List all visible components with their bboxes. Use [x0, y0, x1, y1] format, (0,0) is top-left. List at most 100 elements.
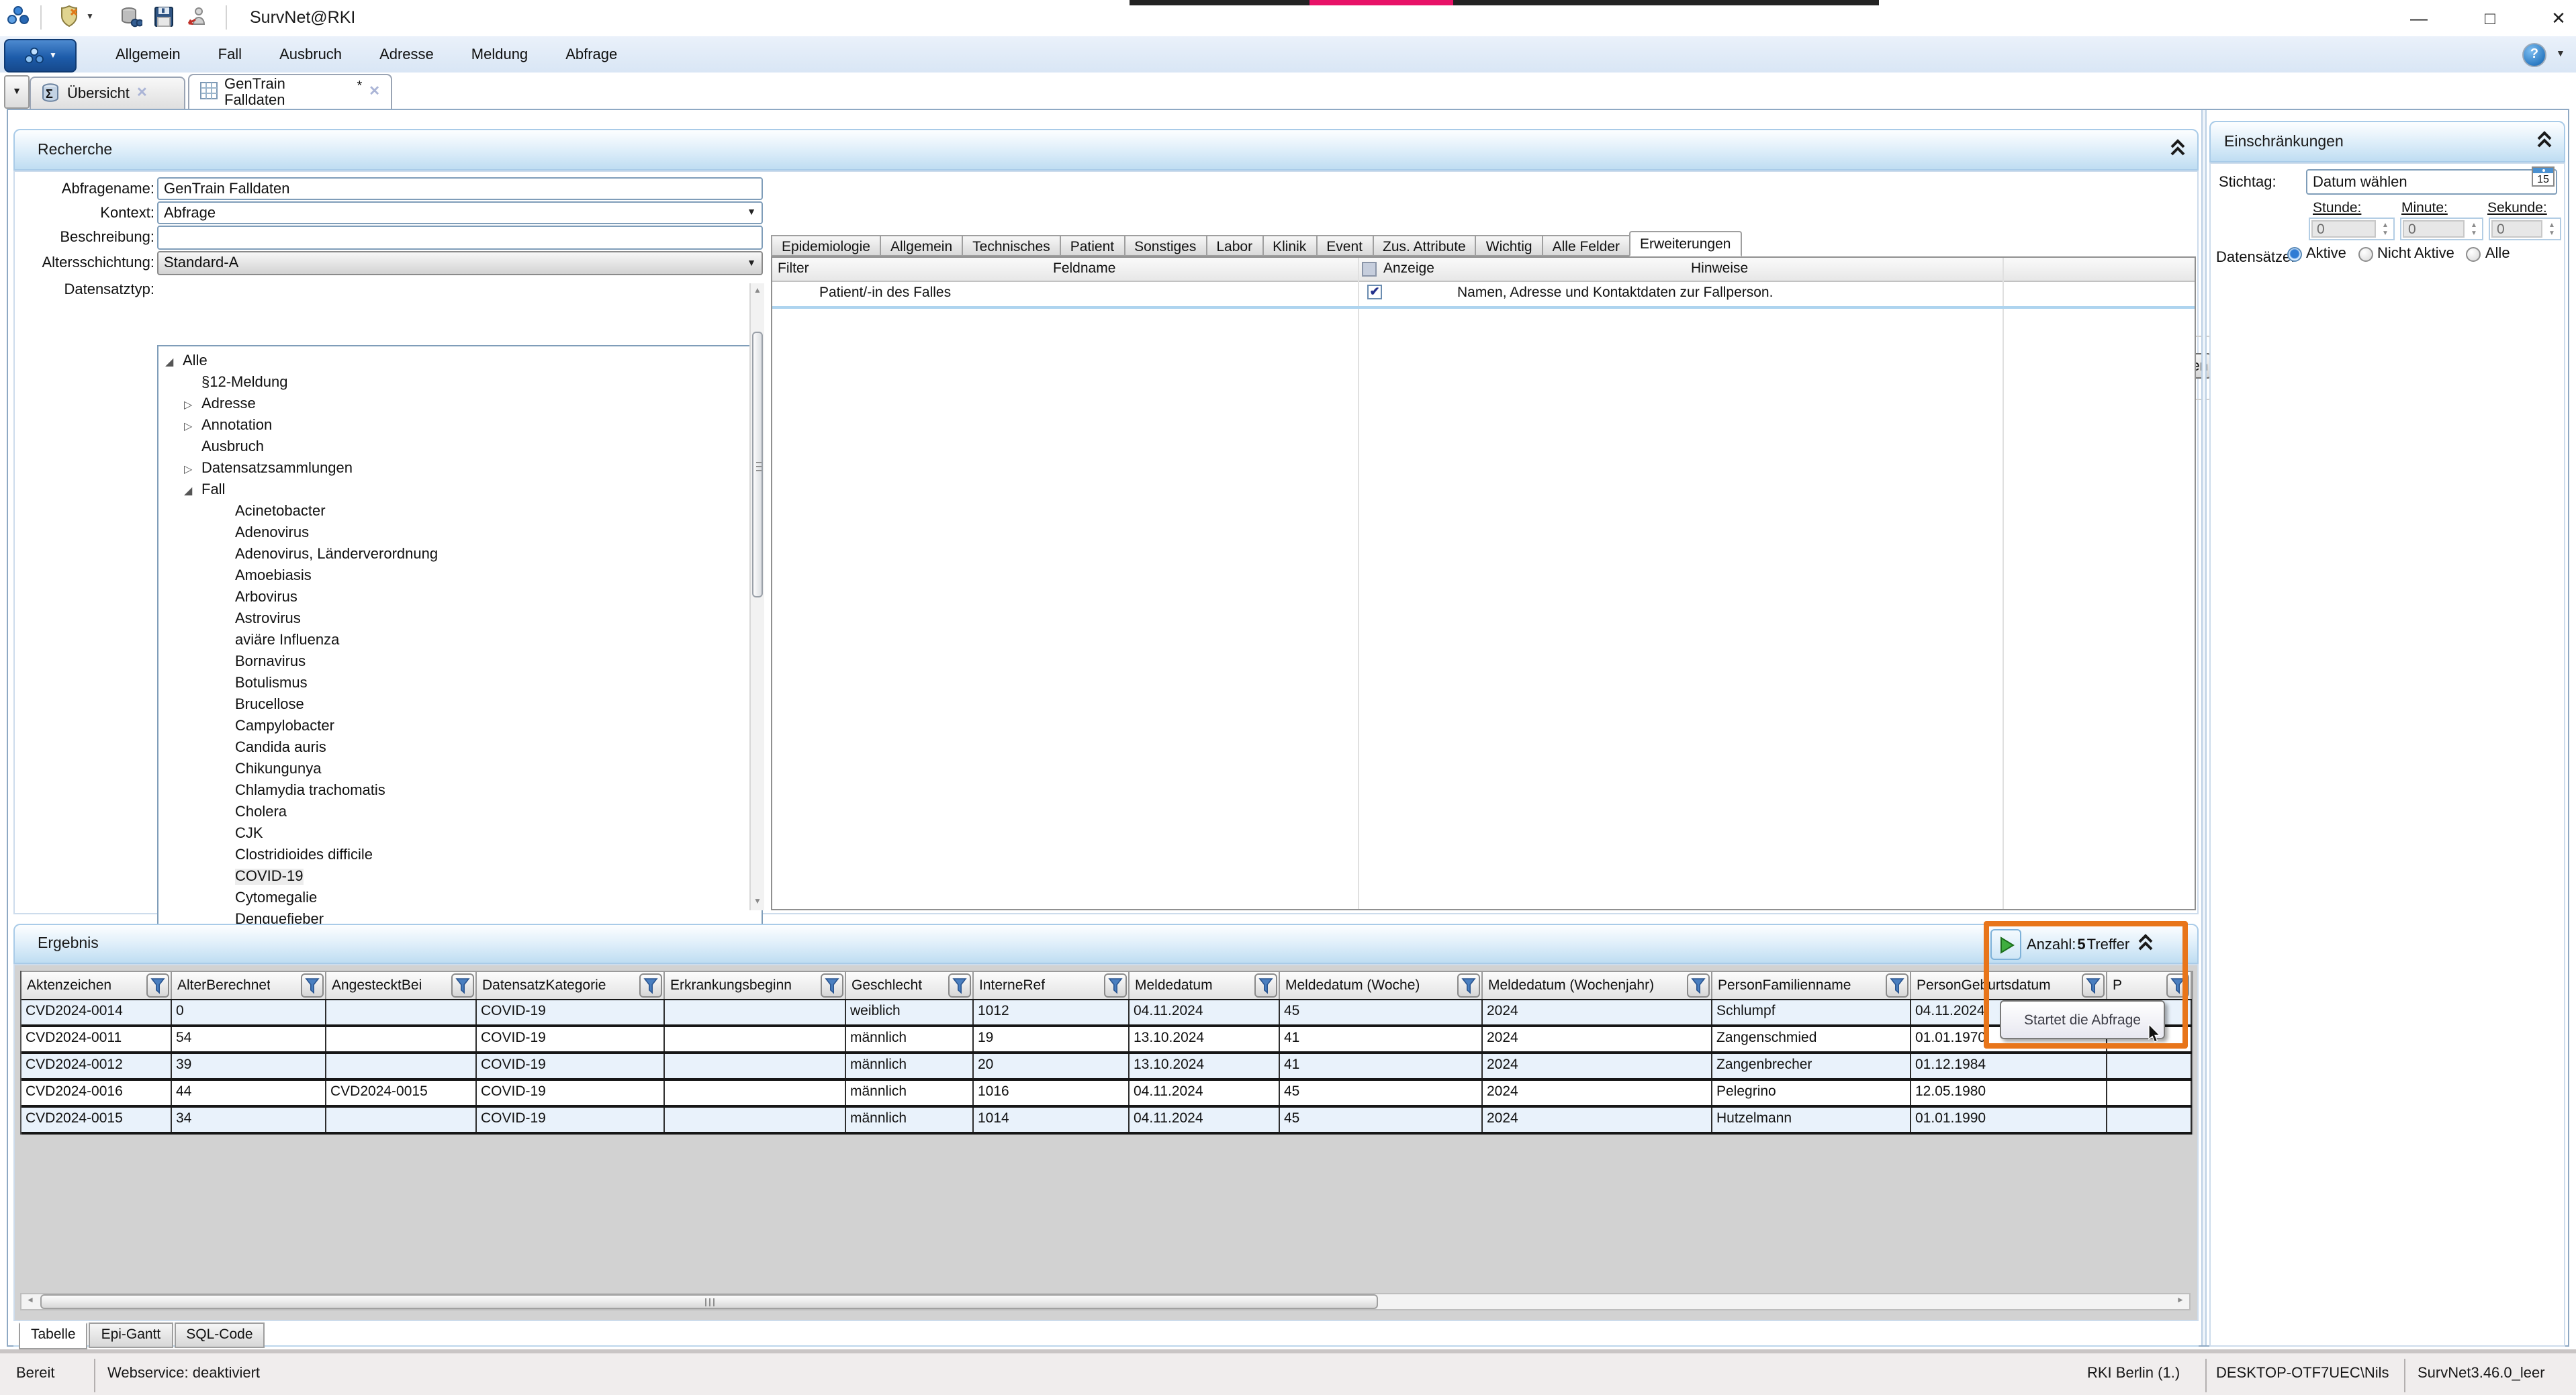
altersschichtung-select[interactable]: Standard-A ▼	[157, 251, 763, 275]
kontext-select[interactable]: Abfrage ▼	[157, 201, 763, 224]
menubar-item[interactable]: Meldung	[453, 46, 547, 62]
tree-item[interactable]: Adenovirus, Länderverordnung	[158, 544, 762, 565]
column-filter-icon[interactable]	[146, 973, 169, 998]
spin-down-icon[interactable]: ▼	[2548, 229, 2555, 237]
tree-item[interactable]: ▷Adresse	[158, 393, 762, 415]
minute-spinner[interactable]: 0 ▲▼	[2400, 218, 2483, 240]
radio-icon[interactable]	[2287, 246, 2302, 261]
tree-expander-icon[interactable]: ▷	[184, 416, 201, 438]
save-icon[interactable]	[154, 7, 173, 31]
radio-icon[interactable]	[2358, 246, 2373, 261]
tree-item[interactable]: Campylobacter	[158, 716, 762, 737]
spin-up-icon[interactable]: ▲	[2471, 221, 2477, 229]
calendar-icon[interactable]: 15	[2532, 166, 2555, 187]
tree-expander-icon[interactable]: ◢	[184, 481, 201, 502]
filter-category-tab[interactable]: Erweiterungen	[1629, 231, 1741, 256]
column-header[interactable]: DatensatzKategorie	[477, 972, 665, 999]
shield-dropdown-caret-icon[interactable]: ▼	[86, 13, 94, 21]
column-filter-icon[interactable]	[1254, 973, 1277, 998]
column-filter-icon[interactable]	[1104, 973, 1127, 998]
tree-expander-icon[interactable]: ▷	[184, 395, 201, 416]
column-header[interactable]: Meldedatum (Woche)	[1280, 972, 1483, 999]
datensaetze-option[interactable]: Alle	[2467, 246, 2510, 262]
tree-item[interactable]: Acinetobacter	[158, 501, 762, 522]
tree-item[interactable]: Astrovirus	[158, 608, 762, 630]
column-filter-icon[interactable]	[1687, 973, 1710, 998]
datensaetze-option[interactable]: Nicht Aktive	[2358, 246, 2454, 262]
collapse-chevron-icon[interactable]	[2169, 138, 2187, 161]
tree-item[interactable]: ◢Fall	[158, 479, 762, 501]
tree-item[interactable]: Cholera	[158, 802, 762, 823]
help-icon[interactable]: ?	[2522, 43, 2546, 67]
tab-close-icon[interactable]: ✕	[369, 85, 380, 99]
panel-splitter[interactable]	[2201, 110, 2207, 1345]
anzeige-checkbox-checked[interactable]: ✔	[1367, 285, 1382, 299]
tab-overflow-button[interactable]: ▼	[4, 75, 30, 109]
column-filter-icon[interactable]	[301, 973, 324, 998]
tree-item[interactable]: CJK	[158, 823, 762, 845]
tree-item[interactable]: Arbovirus	[158, 587, 762, 608]
scroll-down-icon[interactable]: ▼	[751, 894, 764, 910]
column-header[interactable]: Meldedatum (Wochenjahr)	[1483, 972, 1712, 999]
tab-close-icon[interactable]: ✕	[136, 86, 148, 101]
menubar-item[interactable]: Allgemein	[97, 46, 199, 62]
tree-item[interactable]: Ausbruch	[158, 436, 762, 458]
spin-up-icon[interactable]: ▲	[2382, 221, 2389, 229]
tree-item[interactable]: Brucellose	[158, 694, 762, 716]
column-header[interactable]: Geschlecht	[846, 972, 974, 999]
spin-down-icon[interactable]: ▼	[2382, 229, 2389, 237]
database-search-icon[interactable]	[121, 7, 142, 32]
tree-item[interactable]: Clostridioides difficile	[158, 845, 762, 866]
minimize-button[interactable]: —	[2399, 5, 2439, 31]
tree-expander-icon[interactable]: ◢	[165, 352, 183, 373]
filter-category-tab[interactable]: Labor	[1205, 235, 1263, 256]
close-button[interactable]: ✕	[2538, 5, 2576, 31]
field-table-row[interactable]: Patient/-in des Falles ✔ Namen, Adresse …	[772, 281, 2195, 309]
tree-item[interactable]: aviäre Influenza	[158, 630, 762, 651]
tab-gentrain-falldaten[interactable]: GenTrain Falldaten * ✕	[188, 74, 392, 109]
filter-category-tab[interactable]: Klinik	[1262, 235, 1317, 256]
tree-item[interactable]: ▷Annotation	[158, 415, 762, 436]
filter-category-tab[interactable]: Zus. Attribute	[1372, 235, 1477, 256]
ergebnis-view-tab[interactable]: Tabelle	[19, 1322, 88, 1349]
column-header[interactable]: Aktenzeichen	[21, 972, 172, 999]
sekunde-spinner[interactable]: 0 ▲▼	[2489, 218, 2561, 240]
column-filter-icon[interactable]	[1886, 973, 1908, 998]
help-dropdown-caret-icon[interactable]: ▼	[2556, 50, 2565, 59]
tree-item[interactable]: ◢Alle	[158, 350, 762, 372]
tree-item[interactable]: Adenovirus	[158, 522, 762, 544]
menubar-item[interactable]: Fall	[199, 46, 261, 62]
filter-category-tab[interactable]: Sonstiges	[1123, 235, 1207, 256]
ergebnis-view-tab[interactable]: Epi-Gantt	[89, 1322, 173, 1348]
filter-category-tab[interactable]: Technisches	[962, 235, 1061, 256]
tree-item[interactable]: Chlamydia trachomatis	[158, 780, 762, 802]
shield-tool-icon[interactable]	[59, 5, 79, 31]
filter-category-tab[interactable]: Wichtig	[1475, 235, 1543, 256]
tab-uebersicht[interactable]: Σ Übersicht ✕	[30, 77, 185, 109]
table-row[interactable]: CVD2024-001534COVID-19männlich101404.11.…	[21, 1108, 2192, 1135]
table-row[interactable]: CVD2024-001154COVID-19männlich1913.10.20…	[21, 1027, 2192, 1054]
column-header[interactable]: PersonFamilienname	[1712, 972, 1911, 999]
tree-expander-icon[interactable]: ▷	[184, 459, 201, 481]
scroll-right-icon[interactable]: ►	[2172, 1294, 2189, 1309]
maximize-button[interactable]: □	[2470, 5, 2510, 31]
spin-up-icon[interactable]: ▲	[2548, 221, 2555, 229]
spin-down-icon[interactable]: ▼	[2471, 229, 2477, 237]
filter-category-tab[interactable]: Event	[1316, 235, 1373, 256]
beschreibung-input[interactable]	[157, 226, 763, 250]
filter-category-tab[interactable]: Patient	[1060, 235, 1125, 256]
table-row[interactable]: CVD2024-001239COVID-19männlich2013.10.20…	[21, 1054, 2192, 1081]
tree-item[interactable]: Bornavirus	[158, 651, 762, 673]
column-header[interactable]: AngestecktBei	[326, 972, 477, 999]
scroll-up-icon[interactable]: ▲	[751, 283, 764, 299]
tree-item[interactable]: ▷Datensatzsammlungen	[158, 458, 762, 479]
horizontal-scrollbar[interactable]: ◄ ►	[20, 1293, 2191, 1310]
scrollbar-thumb[interactable]	[752, 332, 763, 597]
tree-scrollbar[interactable]: ▲ ▼	[749, 283, 764, 910]
tree-item[interactable]: Botulismus	[158, 673, 762, 694]
column-filter-icon[interactable]	[1457, 973, 1480, 998]
anzeige-header-checkbox[interactable]	[1362, 262, 1377, 277]
column-header[interactable]: Meldedatum	[1130, 972, 1280, 999]
menubar-item[interactable]: Abfrage	[547, 46, 636, 62]
tree-item[interactable]: COVID-19	[158, 866, 762, 887]
